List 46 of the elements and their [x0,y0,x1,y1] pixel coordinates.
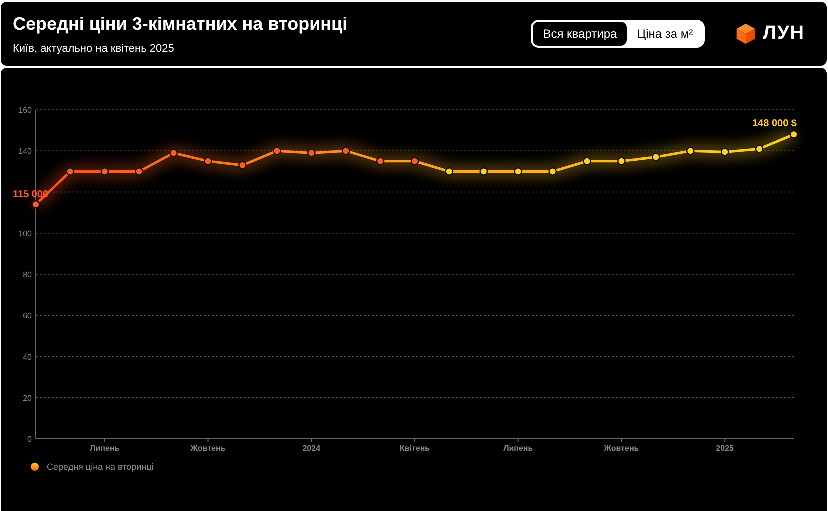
data-point [135,168,144,176]
data-point [272,146,282,156]
x-tick-label: Жовтень [604,444,640,453]
data-point [480,168,488,176]
data-point [445,168,454,176]
data-point [548,168,558,176]
logo-text: ЛУН [763,23,805,45]
y-tick-label: 80 [23,270,32,280]
data-point [238,161,247,170]
x-tick-label: Жовтень [190,444,226,453]
y-tick-label: 140 [18,147,32,156]
chart-subtitle: Київ, актуально на квітень 2025 [13,42,176,54]
y-tick-label: 40 [23,352,32,362]
data-point [514,168,523,176]
y-tick-label: 0 [28,435,32,444]
toggle-option[interactable]: Вся квартира [533,22,628,46]
data-point [755,144,764,154]
y-tick-label: 160 [18,106,32,115]
data-point [204,157,212,166]
data-point [32,200,40,209]
data-point [583,157,592,166]
chart-title: Середні ціни 3-кімнатних на вторинці [13,14,349,34]
data-point [66,168,75,176]
y-tick-label: 60 [23,312,32,321]
x-tick-label: Липень [504,444,534,453]
y-tick-label: 100 [18,229,32,238]
data-point [790,130,798,139]
x-tick-label: 2024 [302,444,321,453]
x-tick-label: Липень [90,444,120,453]
data-point [100,168,110,176]
value-label: 148 000 $ [752,118,797,130]
cube-icon [735,22,758,46]
data-point [410,157,420,166]
data-point [686,146,695,156]
x-tick-label: 2025 [716,444,734,453]
data-point [618,157,626,166]
data-point [170,148,178,158]
data-point [720,148,730,156]
data-point [307,148,316,158]
data-point [376,157,385,166]
x-tick-label: Квітень [400,444,430,453]
data-point [652,153,660,162]
legend-label: Середня ціна на вторинці [47,462,154,472]
legend-dot [31,463,39,471]
y-tick-label: 20 [23,394,32,403]
data-point [342,146,350,156]
